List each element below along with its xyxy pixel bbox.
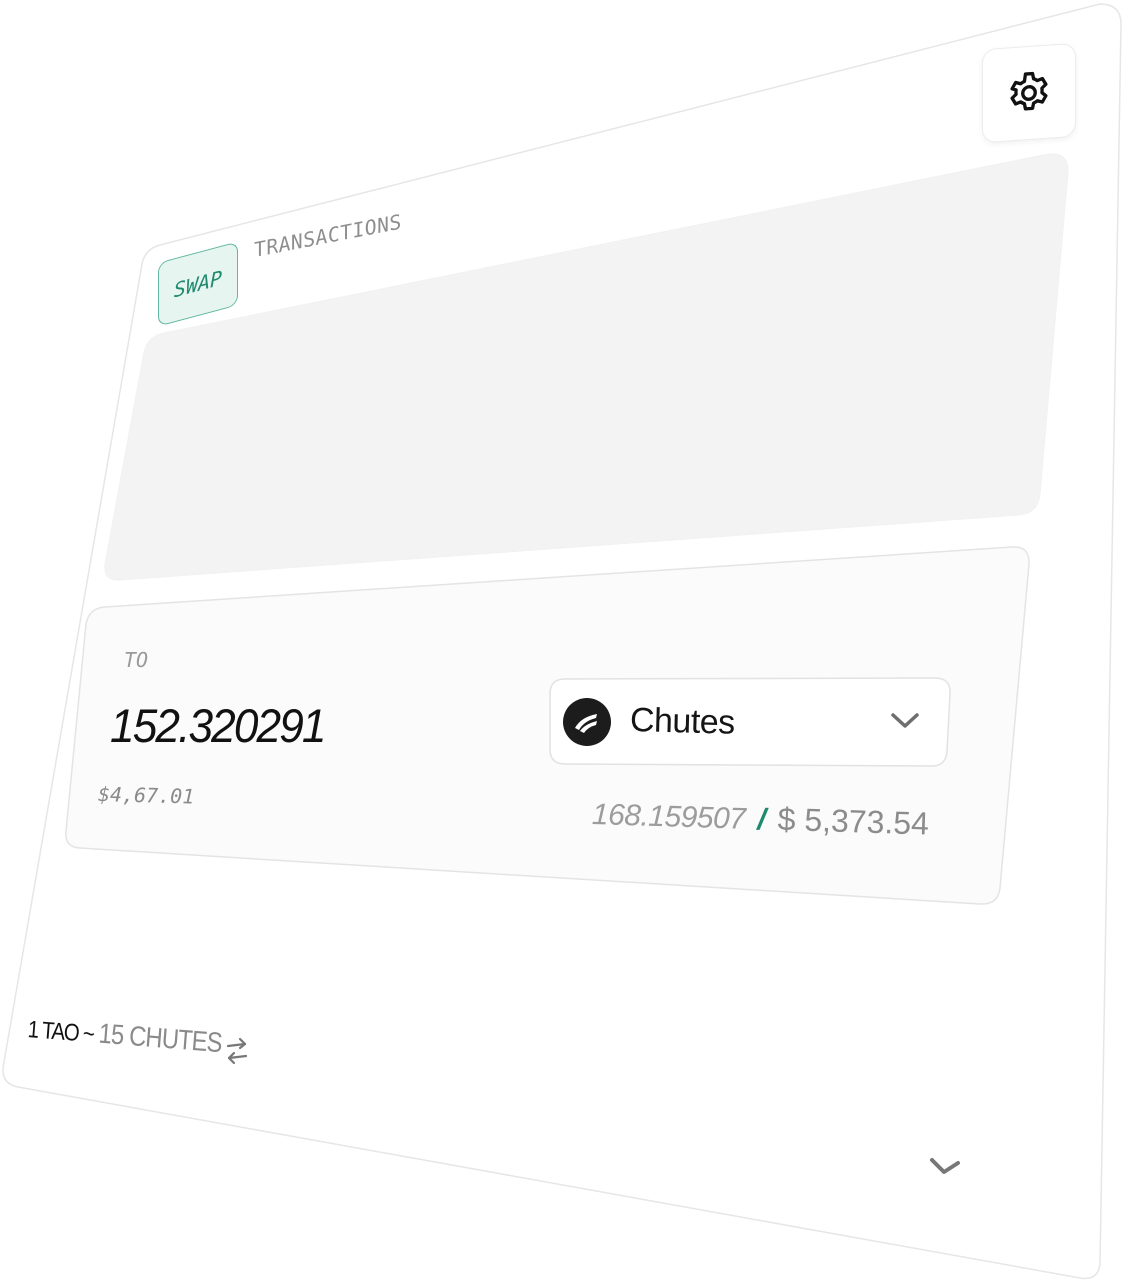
token-name: Chutes — [629, 701, 736, 742]
balance-amount: 168.159507 — [591, 798, 746, 836]
settings-button[interactable] — [982, 42, 1076, 144]
swap-widget: SWAP TRANSACTIONS TO 152.320291 $4,67.01… — [0, 0, 1127, 1285]
token-select[interactable]: Chutes — [549, 677, 951, 767]
rate-base: 1 TAO ~ — [26, 1016, 95, 1049]
card-frame — [2, 3, 1122, 1280]
chevron-down-icon[interactable] — [889, 711, 921, 731]
swap-card — [2, 2, 1123, 1282]
swap-arrows-icon[interactable] — [224, 1036, 250, 1066]
to-amount-input[interactable]: 152.320291 — [110, 698, 326, 753]
tab-swap-label: SWAP — [173, 265, 223, 303]
balance-separator: / — [756, 803, 767, 837]
gear-icon — [1010, 71, 1048, 111]
to-label: TO — [124, 648, 149, 672]
balance-usd: $ 5,373.54 — [777, 800, 930, 842]
chutes-logo-icon — [563, 698, 611, 746]
to-usd-value: $4,67.01 — [97, 782, 195, 809]
expand-chevron-icon[interactable] — [928, 1154, 962, 1180]
